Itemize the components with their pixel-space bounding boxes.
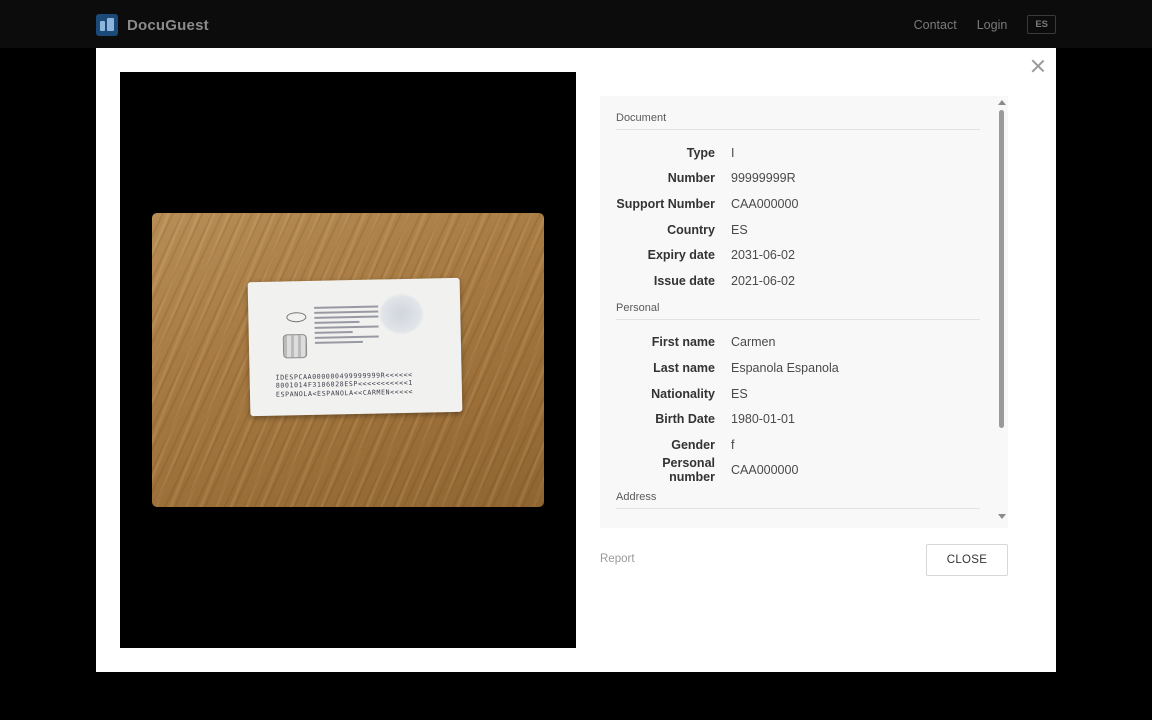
field-row: Country ES	[616, 217, 980, 243]
id-card-image: IDESPCAA000000499999999R<<<<<< 8001014F31…	[247, 277, 463, 417]
docuguest-logo-icon	[96, 14, 118, 36]
document-photo: IDESPCAA000000499999999R<<<<<< 8001014F31…	[152, 213, 544, 507]
top-navbar: DocuGuest Contact Login ES	[0, 0, 1152, 48]
field-value: 2031-06-02	[731, 248, 795, 263]
field-label: Last name	[653, 360, 715, 375]
field-value: 1980-01-01	[731, 412, 795, 427]
field-value: CAA000000	[731, 463, 799, 478]
id-card-text-lines	[314, 305, 379, 347]
brand-name: DocuGuest	[127, 16, 209, 34]
field-label: Birth Date	[655, 412, 715, 427]
chip-icon	[282, 334, 308, 359]
field-label: Country	[667, 222, 715, 237]
field-label: Number	[667, 171, 715, 186]
field-label: First name	[651, 335, 715, 350]
field-row: Issue date 2021-06-02	[616, 268, 980, 294]
field-label: Gender	[671, 437, 715, 452]
document-fields: Type I Number 99999999R Support Number CAA0…	[616, 140, 980, 294]
nav-link-login[interactable]: Login	[977, 18, 1008, 32]
details-panel: Document Type I Number 99999999R Support N…	[600, 96, 1008, 528]
brand[interactable]: DocuGuest	[96, 14, 209, 36]
field-value: f	[731, 437, 735, 452]
id-card-seal-icon	[286, 312, 307, 323]
field-label: Personal number	[662, 456, 715, 485]
personal-fields: First name Carmen Last name Espanola Espan…	[616, 330, 980, 484]
field-row: Personal number CAA000000	[616, 456, 980, 485]
section-header-address: Address	[616, 491, 980, 510]
document-details-modal: IDESPCAA000000499999999R<<<<<< 8001014F31…	[96, 48, 1056, 672]
field-value: ES	[731, 386, 748, 401]
scroll-down-arrow-icon[interactable]	[998, 514, 1006, 519]
field-value: Carmen	[731, 335, 776, 350]
section-header-document: Document	[616, 112, 980, 130]
field-row: First name Carmen	[616, 330, 980, 356]
field-value: 99999999R	[731, 171, 796, 186]
field-value: Espanola Espanola	[731, 360, 839, 375]
section-header-personal: Personal	[616, 302, 980, 320]
field-row: Birth Date 1980-01-01	[616, 406, 980, 432]
details-scroll-area[interactable]: Document Type I Number 99999999R Support N…	[616, 112, 980, 512]
document-image-pane: IDESPCAA000000499999999R<<<<<< 8001014F31…	[120, 72, 576, 648]
field-row: Support Number CAA000000	[616, 191, 980, 217]
id-card-map-graphic	[377, 292, 425, 336]
field-row: Number 99999999R	[616, 166, 980, 192]
nav-link-contact[interactable]: Contact	[914, 18, 957, 32]
field-value: CAA000000	[731, 196, 799, 211]
field-value: I	[731, 145, 735, 160]
field-label: Nationality	[651, 386, 715, 401]
nav-links: Contact Login ES	[894, 15, 1056, 34]
field-row: Nationality ES	[616, 381, 980, 407]
close-icon[interactable]	[1030, 58, 1046, 74]
field-label: Support Number	[616, 196, 715, 211]
field-row: Gender f	[616, 432, 980, 458]
scrollbar-thumb[interactable]	[999, 110, 1004, 428]
field-row: Type I	[616, 140, 980, 166]
details-scrollbar[interactable]	[997, 98, 1007, 526]
field-label: Issue date	[653, 273, 715, 288]
field-row: Last name Espanola Espanola	[616, 355, 980, 381]
field-row: Expiry date 2031-06-02	[616, 242, 980, 268]
field-value: 2021-06-02	[731, 273, 795, 288]
language-switcher[interactable]: ES	[1027, 15, 1056, 34]
close-button[interactable]: CLOSE	[926, 544, 1008, 576]
field-label: Expiry date	[647, 248, 715, 263]
scroll-up-arrow-icon[interactable]	[998, 100, 1006, 105]
report-link[interactable]: Report	[600, 553, 635, 565]
id-card-mrz: IDESPCAA000000499999999R<<<<<< 8001014F31…	[276, 370, 452, 399]
field-label: Type	[686, 145, 715, 160]
field-value: ES	[731, 222, 748, 237]
